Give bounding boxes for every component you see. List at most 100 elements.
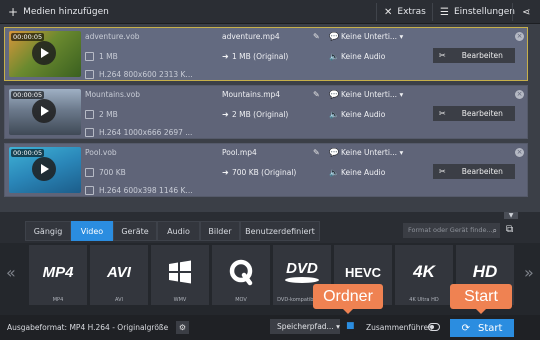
- edit-label: Bearbeiten: [461, 51, 503, 60]
- format-tile-4k[interactable]: 4K 4K Ultra HD: [395, 245, 453, 305]
- scroll-right-icon[interactable]: »: [524, 263, 534, 282]
- folder-callout: Ordner: [313, 284, 383, 314]
- source-size: 1 MB: [99, 52, 118, 61]
- gear-icon[interactable]: ⚙: [176, 321, 189, 334]
- callout-text: Start: [464, 287, 498, 305]
- share-icon: ⋖: [522, 6, 531, 18]
- tab-custom[interactable]: Benutzerdefiniert: [240, 221, 320, 241]
- output-format-label: Ausgabeformat: MP4 H.264 - Originalgröße: [7, 323, 169, 332]
- tools-icon: ✕: [384, 6, 393, 18]
- format-tile-mov[interactable]: MOV: [212, 245, 270, 305]
- speech-bubble-icon: 💬: [329, 32, 339, 41]
- scissors-icon: ✂: [439, 167, 446, 176]
- play-icon[interactable]: [32, 157, 56, 181]
- avi-logo-icon: AVI: [90, 251, 148, 293]
- file-row[interactable]: 00:00:05 adventure.vob 1 MB H.264 800x60…: [4, 27, 528, 81]
- audio-dropdown[interactable]: 🔈 Keine Audio: [329, 110, 425, 119]
- logo-text: 4K: [413, 262, 435, 281]
- video-thumbnail[interactable]: 00:00:05: [9, 89, 81, 135]
- file-row[interactable]: 00:00:05 Mountains.vob 2 MB H.264 1000x6…: [4, 85, 528, 139]
- subtitles-value: Keine Unterti...: [341, 148, 398, 157]
- source-filename: adventure.vob: [85, 32, 140, 41]
- source-info: Mountains.vob 2 MB H.264 1000x666 2697 .…: [85, 86, 210, 140]
- settings-button[interactable]: ☰ Einstellungen: [440, 0, 515, 24]
- duration-label: 00:00:05: [11, 33, 45, 41]
- remove-file-icon[interactable]: ×: [515, 148, 524, 157]
- play-icon[interactable]: [32, 41, 56, 65]
- device-detect-icon[interactable]: ⧉: [506, 224, 513, 235]
- play-icon[interactable]: [32, 99, 56, 123]
- search-placeholder: Format oder Gerät finde...: [408, 226, 493, 234]
- file-icon: [85, 110, 94, 119]
- merge-toggle[interactable]: [428, 323, 440, 331]
- format-label: MOV: [235, 297, 247, 303]
- source-filename: Mountains.vob: [85, 90, 141, 99]
- remove-file-icon[interactable]: ×: [515, 32, 524, 41]
- format-search-input[interactable]: Format oder Gerät finde... ⌕: [403, 223, 500, 238]
- tab-images[interactable]: Bilder: [200, 221, 240, 241]
- scroll-left-icon[interactable]: «: [6, 263, 16, 282]
- audio-value: Keine Audio: [341, 52, 386, 61]
- audio-dropdown[interactable]: 🔈 Keine Audio: [329, 168, 425, 177]
- speaker-icon: 🔈: [329, 52, 339, 61]
- tab-devices[interactable]: Geräte: [113, 221, 157, 241]
- logo-text: AVI: [107, 263, 131, 281]
- format-tile-wmv[interactable]: WMV: [151, 245, 209, 305]
- speaker-icon: 🔈: [329, 168, 339, 177]
- rename-pencil-icon[interactable]: ✎: [313, 32, 320, 41]
- audio-dropdown[interactable]: 🔈 Keine Audio: [329, 52, 425, 61]
- folder-icon[interactable]: ■: [346, 321, 355, 331]
- settings-label: Einstellungen: [453, 7, 515, 17]
- edit-label: Bearbeiten: [461, 109, 503, 118]
- output-filename[interactable]: Mountains.mp4: [222, 90, 280, 99]
- audio-value: Keine Audio: [341, 168, 386, 177]
- start-label: Start: [477, 322, 503, 334]
- edit-button[interactable]: ✂ Bearbeiten: [433, 106, 515, 121]
- subtitles-dropdown[interactable]: 💬 Keine Unterti... ▾: [329, 148, 425, 157]
- share-button[interactable]: ⋖: [522, 0, 535, 24]
- rename-pencil-icon[interactable]: ✎: [313, 90, 320, 99]
- format-tile-mp4[interactable]: MP4 MP4: [29, 245, 87, 305]
- logo-text: HEVC: [344, 264, 382, 280]
- file-row[interactable]: 00:00:05 Pool.vob 700 KB H.264 600x398 1…: [4, 143, 528, 197]
- subtitles-dropdown[interactable]: 💬 Keine Unterti... ▾: [329, 90, 425, 99]
- subtitles-dropdown[interactable]: 💬 Keine Unterti... ▾: [329, 32, 425, 41]
- format-label: MP4: [52, 297, 64, 303]
- output-filename[interactable]: Pool.mp4: [222, 148, 257, 157]
- tab-common[interactable]: Gängig: [25, 221, 71, 241]
- output-filename[interactable]: adventure.mp4: [222, 32, 280, 41]
- tab-label: Gängig: [33, 226, 63, 236]
- extras-label: Extras: [397, 7, 426, 17]
- file-icon: [85, 168, 94, 177]
- edit-button[interactable]: ✂ Bearbeiten: [433, 48, 515, 63]
- toolbar-divider: [376, 3, 377, 21]
- tab-audio[interactable]: Audio: [157, 221, 200, 241]
- add-media-button[interactable]: + Medien hinzufügen: [8, 0, 109, 24]
- menu-icon: ☰: [440, 6, 449, 18]
- extras-button[interactable]: ✕ Extras: [384, 0, 426, 24]
- source-info: adventure.vob 1 MB H.264 800x600 2313 K.…: [85, 28, 210, 82]
- output-size[interactable]: 700 KB (Original): [232, 168, 296, 177]
- output-size[interactable]: 2 MB (Original): [232, 110, 288, 119]
- edit-button[interactable]: ✂ Bearbeiten: [433, 164, 515, 179]
- arrow-right-icon: ➜: [222, 110, 229, 119]
- add-media-label: Medien hinzufügen: [23, 7, 109, 17]
- rename-pencil-icon[interactable]: ✎: [313, 148, 320, 157]
- start-button[interactable]: ⟳ Start: [450, 319, 514, 337]
- speaker-icon: 🔈: [329, 110, 339, 119]
- source-codec-info: H.264 1000x666 2697 ...: [99, 128, 193, 137]
- source-info: Pool.vob 700 KB H.264 600x398 1146 K...: [85, 144, 210, 198]
- output-size[interactable]: 1 MB (Original): [232, 52, 288, 61]
- format-label: AVI: [115, 297, 123, 303]
- source-filename: Pool.vob: [85, 148, 117, 157]
- video-thumbnail[interactable]: 00:00:05: [9, 31, 81, 77]
- format-tile-avi[interactable]: AVI AVI: [90, 245, 148, 305]
- speech-bubble-icon: 💬: [329, 90, 339, 99]
- source-size: 700 KB: [99, 168, 126, 177]
- format-label: WMV: [173, 297, 187, 303]
- tab-video[interactable]: Video: [71, 221, 113, 241]
- start-callout: Start: [450, 284, 512, 314]
- remove-file-icon[interactable]: ×: [515, 90, 524, 99]
- video-thumbnail[interactable]: 00:00:05: [9, 147, 81, 193]
- save-path-dropdown[interactable]: Speicherpfad... ▾: [270, 319, 340, 334]
